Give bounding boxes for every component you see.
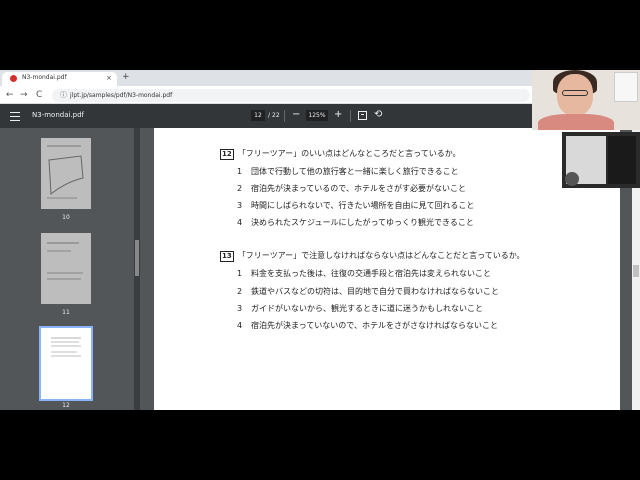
- option-text: 団体で行動して他の旅行客と一緒に楽しく旅行できること: [251, 167, 459, 176]
- answer-option: 2 鉄道やバスなどの切符は、目的地で自分で買わなければならないこと: [237, 286, 499, 298]
- thumbnail-number: 12: [62, 402, 70, 409]
- page-thumbnail[interactable]: [41, 233, 91, 304]
- question-text: 「フリーツアー」のいい点はどんなところだと言っているか。: [237, 149, 461, 158]
- toolbar-divider: [284, 110, 285, 122]
- answer-option: 2 宿泊先が決まっているので、ホテルをさがす必要がないこと: [237, 183, 466, 195]
- tab-title: N3-mondai.pdf: [22, 74, 67, 81]
- option-number: 4: [237, 218, 243, 227]
- page-number-input[interactable]: 12: [251, 110, 265, 121]
- close-tab-icon[interactable]: ×: [106, 73, 112, 83]
- option-number: 2: [237, 287, 243, 296]
- thumbnail-sidebar: 10 11 12: [0, 128, 142, 410]
- browser-tab[interactable]: N3-mondai.pdf ×: [2, 72, 117, 86]
- presenter-body: [538, 114, 614, 130]
- option-text: 時間にしばられないで、行きたい場所を自由に見て回れること: [251, 201, 475, 210]
- page-thumbnail[interactable]: [41, 138, 91, 209]
- option-number: 2: [237, 184, 243, 193]
- answer-option: 1 団体で行動して他の旅行客と一緒に楽しく旅行できること: [237, 166, 459, 178]
- thumbnail-preview: [47, 145, 84, 199]
- rotate-icon[interactable]: ⟲: [374, 108, 382, 122]
- answer-option: 3 時間にしばられないで、行きたい場所を自由に見て回れること: [237, 200, 474, 212]
- option-text: 宿泊先が決まっているので、ホテルをさがす必要がないこと: [251, 184, 466, 193]
- option-number: 3: [237, 201, 243, 210]
- viewer-scroll-thumb[interactable]: [633, 265, 639, 277]
- reload-icon[interactable]: C: [36, 89, 42, 101]
- answer-option: 4 宿泊先が決まっていないので、ホテルをさがさなければならないこと: [237, 320, 498, 332]
- participant-head: [565, 172, 579, 186]
- question-text: 「フリーツアー」で注意しなければならない点はどんなことだと言っているか。: [237, 251, 525, 260]
- thumbnail-number: 10: [62, 214, 70, 221]
- screen: N3-mondai.pdf × + ← → C ⓘ jlpt.jp/sample…: [0, 70, 640, 410]
- option-text: ガイドがいないから、観光するときに道に迷うかもしれないこと: [251, 304, 483, 313]
- option-text: 宿泊先が決まっていないので、ホテルをさがさなければならないこと: [251, 321, 498, 330]
- thumbnail-preview: [47, 242, 83, 280]
- question-number: 12: [220, 149, 234, 160]
- thumbnail-preview: [51, 337, 81, 357]
- option-number: 1: [237, 167, 243, 176]
- option-text: 料金を支払った後は、往復の交通手段と宿泊先は変えられないこと: [251, 269, 491, 278]
- zoom-in-button[interactable]: +: [334, 108, 342, 122]
- question-prompt: 13 「フリーツアー」で注意しなければならない点はどんなことだと言っているか。: [220, 250, 525, 262]
- webcam-presenter: [532, 70, 640, 130]
- webcam-secondary: [562, 132, 640, 188]
- option-number: 3: [237, 304, 243, 313]
- menu-icon[interactable]: [10, 109, 20, 121]
- option-number: 1: [237, 269, 243, 278]
- url-text: jlpt.jp/samples/pdf/N3-mondai.pdf: [70, 92, 173, 99]
- option-text: 鉄道やバスなどの切符は、目的地で自分で買わなければならないこと: [251, 287, 499, 296]
- answer-option: 4 決められたスケジュールにしたがってゆっくり観光できること: [237, 217, 474, 229]
- pdf-favicon-icon: [10, 75, 17, 82]
- background-window: [614, 72, 638, 102]
- pdf-page: 12 「フリーツアー」のいい点はどんなところだと言っているか。 1 団体で行動して他…: [154, 128, 620, 410]
- sidebar-scroll-thumb[interactable]: [135, 240, 139, 276]
- pdf-viewer[interactable]: 12 「フリーツアー」のいい点はどんなところだと言っているか。 1 団体で行動して他…: [142, 128, 632, 410]
- presenter-glasses: [562, 90, 588, 96]
- document-title: N3-mondai.pdf: [32, 111, 85, 119]
- forward-arrow-icon[interactable]: →: [20, 89, 28, 101]
- fit-to-page-icon[interactable]: [358, 111, 367, 120]
- zoom-level-input[interactable]: 125%: [306, 110, 328, 121]
- answer-option: 1 料金を支払った後は、往復の交通手段と宿泊先は変えられないこと: [237, 268, 491, 280]
- url-input[interactable]: ⓘ jlpt.jp/samples/pdf/N3-mondai.pdf: [52, 89, 530, 102]
- site-info-icon[interactable]: ⓘ: [60, 90, 67, 101]
- option-number: 4: [237, 321, 243, 330]
- question-number: 13: [220, 251, 234, 262]
- option-text: 決められたスケジュールにしたがってゆっくり観光できること: [251, 218, 474, 227]
- question-prompt: 12 「フリーツアー」のいい点はどんなところだと言っているか。: [220, 148, 461, 160]
- zoom-out-button[interactable]: −: [292, 108, 300, 122]
- toolbar-divider: [350, 110, 351, 122]
- back-arrow-icon[interactable]: ←: [6, 89, 14, 101]
- thumbnail-number: 11: [62, 309, 70, 316]
- page-separator: /: [268, 112, 271, 119]
- camera-feed-dark: [608, 136, 636, 184]
- new-tab-icon[interactable]: +: [122, 72, 130, 82]
- page-thumbnail-selected[interactable]: [39, 326, 93, 401]
- answer-option: 3 ガイドがいないから、観光するときに道に迷うかもしれないこと: [237, 303, 483, 315]
- total-pages: 22: [272, 112, 280, 119]
